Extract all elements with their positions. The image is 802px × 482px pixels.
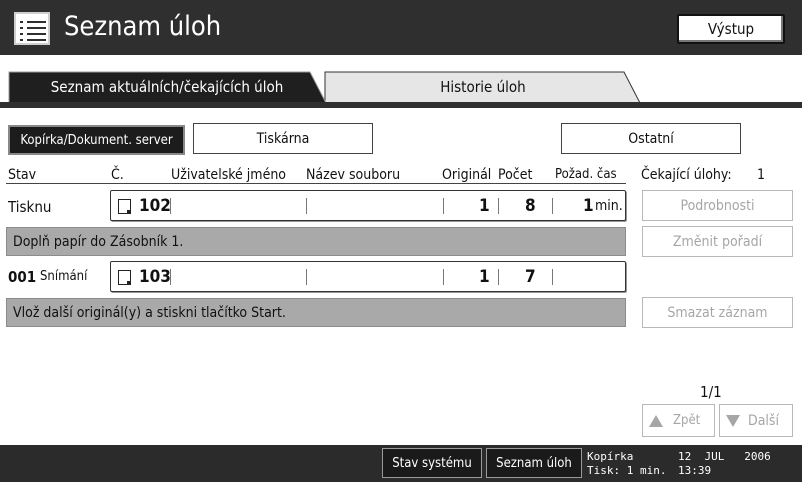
- job-message: Doplň papír do Zásobník 1.: [6, 227, 626, 256]
- job-row[interactable]: 103 1 7: [110, 261, 626, 292]
- col-originals: Originál: [442, 167, 492, 183]
- job-count: 7: [525, 267, 536, 287]
- job-number: 103: [139, 267, 171, 287]
- job-status-number: 001: [8, 268, 37, 286]
- col-file: Název souboru: [306, 167, 401, 183]
- tab-job-history[interactable]: Historie úloh: [324, 71, 642, 104]
- time-label: 13:39: [678, 464, 712, 477]
- col-number: Č.: [111, 167, 124, 183]
- col-count: Počet: [498, 167, 533, 183]
- separator: [443, 198, 444, 214]
- tab-current-jobs[interactable]: Seznam aktuálních/čekajících úloh: [8, 71, 326, 104]
- exit-button[interactable]: Výstup: [677, 14, 785, 44]
- job-row[interactable]: 102 1 8 1 min.: [110, 190, 626, 221]
- next-label: Další: [748, 412, 779, 429]
- job-status: Tisknu: [8, 198, 52, 216]
- page-indicator: 1/1: [700, 383, 722, 401]
- next-button[interactable]: Další: [719, 404, 793, 437]
- arrow-up-icon: [649, 414, 663, 427]
- job-time-value: 1: [583, 196, 594, 216]
- document-icon: [118, 199, 131, 214]
- list-icon: [14, 12, 50, 45]
- page-title: Seznam úloh: [64, 11, 222, 42]
- separator: [170, 269, 171, 285]
- category-copier-button[interactable]: Kopírka/Dokument. server: [8, 125, 185, 155]
- job-time-unit: min.: [595, 198, 623, 214]
- job-message: Vlož další originál(y) a stiskni tlačítk…: [6, 298, 626, 327]
- previous-button[interactable]: Zpět: [642, 404, 715, 437]
- tab-current-jobs-label: Seznam aktuálních/čekajících úloh: [50, 78, 284, 96]
- delete-record-button[interactable]: Smazat záznam: [642, 297, 793, 328]
- waiting-jobs-label: Čekající úlohy:: [641, 167, 732, 183]
- job-count: 8: [525, 196, 536, 216]
- separator: [498, 269, 499, 285]
- date-label: 12 JUL 2006: [678, 450, 771, 463]
- separator: [552, 198, 553, 214]
- tab-job-history-label: Historie úloh: [440, 78, 526, 96]
- document-icon: [118, 270, 131, 285]
- column-divider: [6, 183, 626, 184]
- details-button[interactable]: Podrobnosti: [642, 190, 793, 221]
- job-originals: 1: [479, 196, 490, 216]
- separator: [498, 198, 499, 214]
- change-order-button[interactable]: Změnit pořadí: [642, 226, 793, 257]
- waiting-jobs-count: 1: [757, 167, 766, 183]
- separator: [552, 269, 553, 285]
- separator: [170, 198, 171, 214]
- job-status: Snímání: [40, 269, 88, 284]
- separator: [306, 198, 307, 214]
- system-status-button[interactable]: Stav systému: [382, 448, 482, 478]
- separator: [306, 269, 307, 285]
- category-printer-button[interactable]: Tiskárna: [193, 123, 373, 154]
- col-time: Požad. čas: [555, 167, 617, 182]
- job-list-button[interactable]: Seznam úloh: [486, 448, 582, 478]
- arrow-down-icon: [726, 414, 740, 427]
- mode-label: Kopírka: [587, 450, 634, 463]
- col-status: Stav: [8, 167, 37, 183]
- category-other-button[interactable]: Ostatní: [561, 123, 741, 154]
- job-number: 102: [139, 196, 171, 216]
- separator: [443, 269, 444, 285]
- col-user: Uživatelské jméno: [171, 167, 287, 183]
- tab-divider: [0, 102, 802, 108]
- job-originals: 1: [479, 267, 490, 287]
- previous-label: Zpět: [673, 413, 701, 428]
- print-time-label: Tisk: 1 min.: [587, 464, 667, 477]
